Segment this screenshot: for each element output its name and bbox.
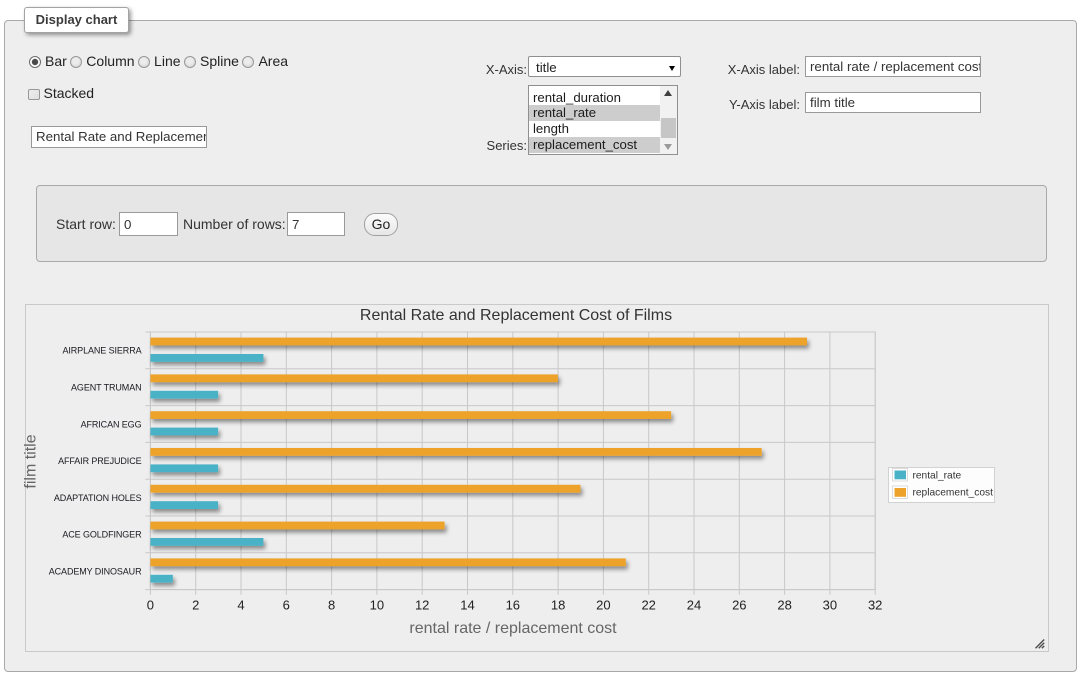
svg-text:2: 2	[192, 598, 199, 613]
svg-text:film title: film title	[23, 434, 40, 488]
svg-text:ACADEMY DINOSAUR: ACADEMY DINOSAUR	[49, 567, 142, 577]
svg-text:32: 32	[868, 598, 882, 613]
svg-text:24: 24	[687, 598, 701, 613]
svg-text:4: 4	[237, 598, 244, 613]
svg-text:28: 28	[777, 598, 791, 613]
svg-text:14: 14	[460, 598, 474, 613]
svg-text:16: 16	[506, 598, 520, 613]
svg-text:0: 0	[147, 598, 154, 613]
svg-text:30: 30	[823, 598, 837, 613]
svg-text:26: 26	[732, 598, 746, 613]
svg-text:10: 10	[370, 598, 384, 613]
svg-text:rental rate / replacement cost: rental rate / replacement cost	[409, 620, 617, 637]
svg-text:rental_rate: rental_rate	[913, 471, 962, 482]
svg-text:22: 22	[641, 598, 655, 613]
svg-text:6: 6	[283, 598, 290, 613]
svg-text:Rental Rate and Replacement Co: Rental Rate and Replacement Cost of Film…	[360, 307, 672, 324]
svg-text:20: 20	[596, 598, 610, 613]
svg-text:AGENT TRUMAN: AGENT TRUMAN	[71, 383, 141, 393]
svg-text:AFFAIR PREJUDICE: AFFAIR PREJUDICE	[58, 456, 142, 466]
svg-text:18: 18	[551, 598, 565, 613]
svg-text:ADAPTATION HOLES: ADAPTATION HOLES	[54, 493, 142, 503]
svg-text:AIRPLANE SIERRA: AIRPLANE SIERRA	[62, 346, 141, 356]
svg-text:replacement_cost: replacement_cost	[913, 488, 994, 499]
svg-text:12: 12	[415, 598, 429, 613]
svg-text:AFRICAN EGG: AFRICAN EGG	[81, 419, 142, 429]
svg-text:8: 8	[328, 598, 335, 613]
svg-text:ACE GOLDFINGER: ACE GOLDFINGER	[62, 530, 142, 540]
